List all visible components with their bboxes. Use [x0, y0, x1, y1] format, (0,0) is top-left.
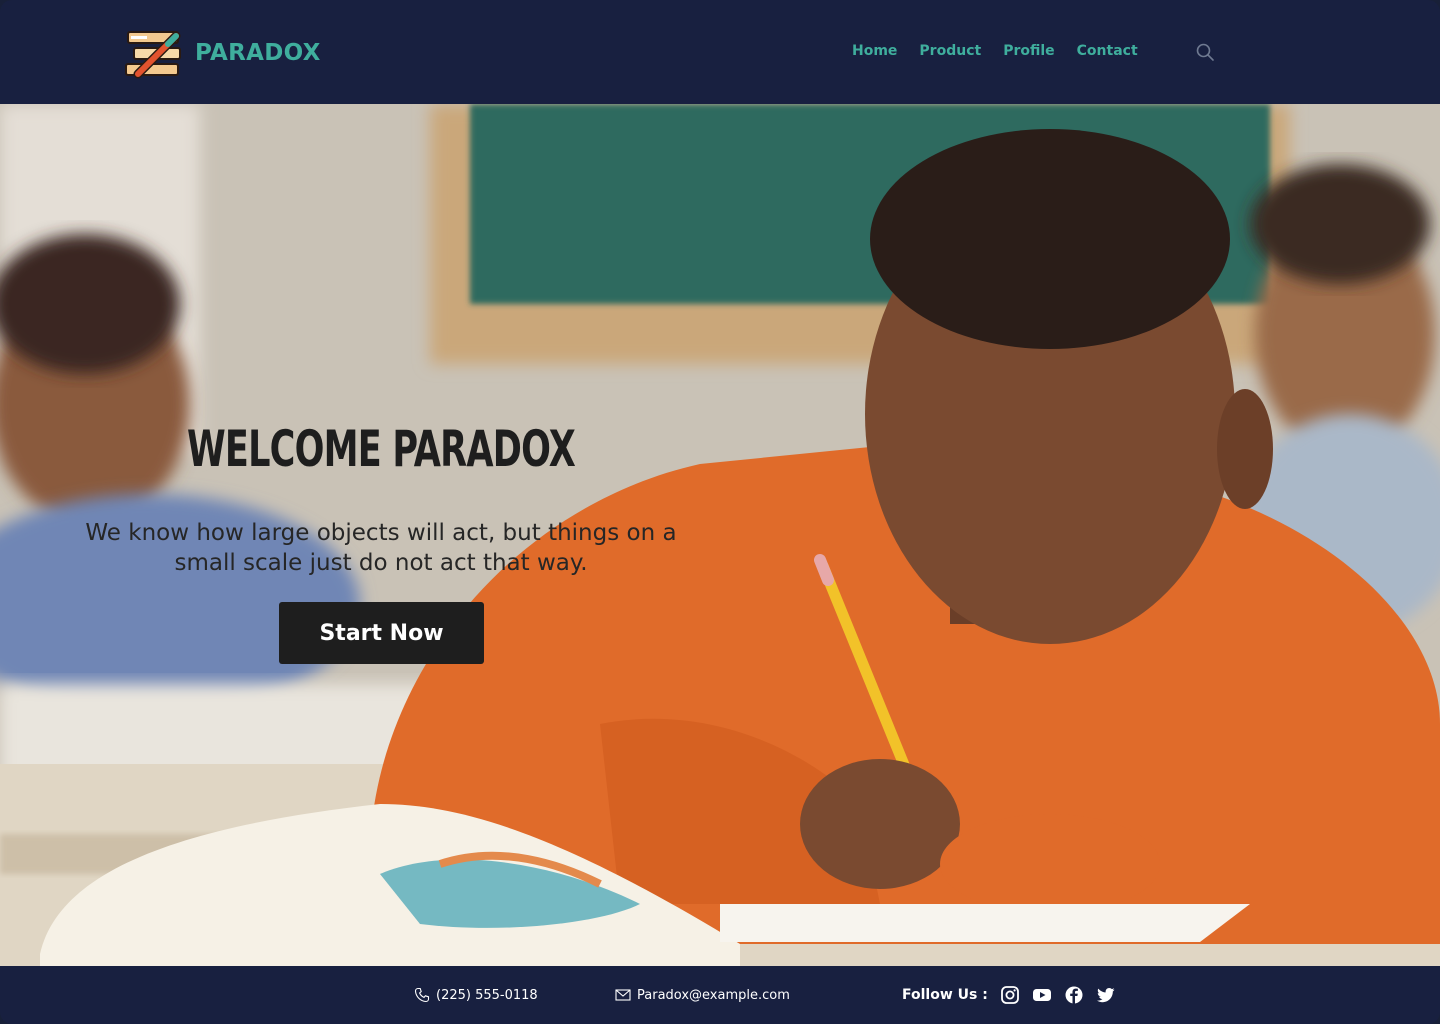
footer-phone-text: (225) 555-0118: [436, 987, 538, 1003]
hero-section: WELCOME PARADOX We know how large object…: [0, 104, 1440, 966]
search-icon[interactable]: [1195, 42, 1215, 62]
hero-subtitle-line-2: small scale just do not act that way.: [174, 550, 588, 576]
mail-icon: [615, 989, 631, 1001]
footer-email[interactable]: Paradox@example.com: [615, 966, 790, 1024]
social-links: [1000, 985, 1116, 1005]
main-nav: Home Product Profile Contact: [852, 43, 1138, 59]
brand-name: PARADOX: [195, 40, 321, 66]
footer-phone[interactable]: (225) 555-0118: [414, 966, 538, 1024]
twitter-icon[interactable]: [1096, 985, 1116, 1005]
nav-profile[interactable]: Profile: [1003, 43, 1054, 59]
site-header: PARADOX Home Product Profile Contact: [0, 0, 1440, 104]
hero-subtitle: We know how large objects will act, but …: [40, 518, 722, 578]
instagram-icon[interactable]: [1000, 985, 1020, 1005]
hero-subtitle-line-1: We know how large objects will act, but …: [85, 520, 677, 546]
facebook-icon[interactable]: [1064, 985, 1084, 1005]
nav-contact[interactable]: Contact: [1077, 43, 1138, 59]
footer-email-text: Paradox@example.com: [637, 987, 790, 1003]
hero-title: WELCOME PARADOX: [186, 420, 576, 478]
brand-logo[interactable]: PARADOX: [124, 26, 321, 80]
start-now-button[interactable]: Start Now: [279, 602, 484, 664]
youtube-icon[interactable]: [1032, 985, 1052, 1005]
site-footer: (225) 555-0118 Paradox@example.com Follo…: [0, 966, 1440, 1024]
phone-icon: [414, 987, 430, 1003]
pencil-books-logo-icon: [125, 31, 181, 79]
nav-home[interactable]: Home: [852, 43, 897, 59]
follow-us-label: Follow Us :: [902, 987, 988, 1003]
nav-product[interactable]: Product: [919, 43, 981, 59]
